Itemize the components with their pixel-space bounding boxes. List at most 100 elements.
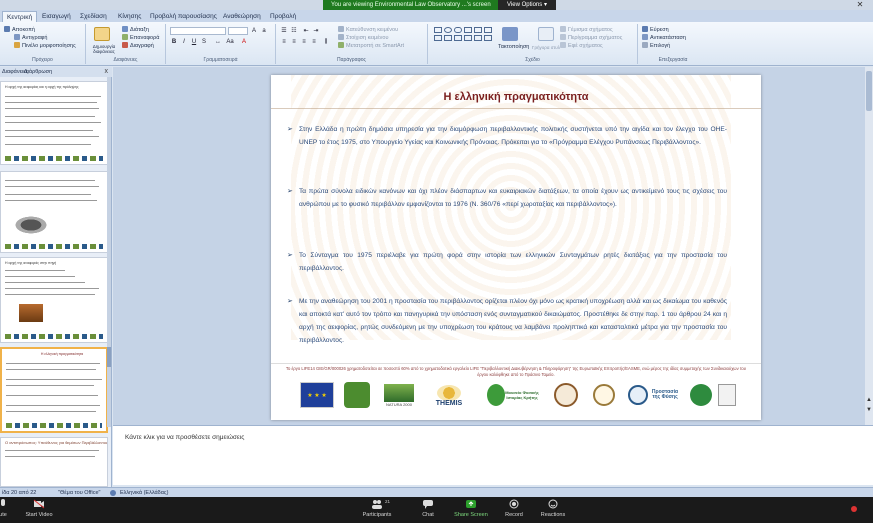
tab-view[interactable]: Προβολή bbox=[266, 11, 300, 22]
shape-effects-button[interactable]: Εφέ σχήματος bbox=[560, 42, 603, 50]
smartart-button[interactable]: Μετατροπή σε SmartArt bbox=[338, 42, 404, 50]
shape-arrow-icon[interactable] bbox=[474, 27, 482, 33]
layout-button[interactable]: Διάταξη bbox=[122, 26, 149, 34]
shrink-font-icon[interactable]: a bbox=[260, 27, 268, 35]
tab-home[interactable]: Κεντρική bbox=[2, 11, 38, 22]
columns-icon[interactable]: ⫼ bbox=[322, 38, 330, 46]
slide-title[interactable]: Η ελληνική πραγματικότητα bbox=[271, 91, 761, 103]
justify-icon[interactable]: ≡ bbox=[310, 38, 318, 46]
megaphone-icon bbox=[15, 212, 55, 238]
bullet-item[interactable]: ➢ Τα πρώτα σύνολα ειδικών κανόνων και όχ… bbox=[287, 185, 727, 211]
find-button[interactable]: Εύρεση bbox=[642, 26, 669, 34]
scroll-up-icon[interactable]: ▲ bbox=[866, 397, 872, 403]
reactions-button[interactable]: Reactions bbox=[528, 499, 578, 521]
slide-thumbnail-selected[interactable]: Η ελληνική πραγματικότητα bbox=[0, 347, 108, 433]
align-center-icon[interactable]: ≡ bbox=[290, 38, 298, 46]
delete-slide-button[interactable]: Διαγραφή bbox=[122, 42, 154, 50]
shape-oval-icon[interactable] bbox=[444, 27, 452, 33]
tab-insert[interactable]: Εισαγωγή bbox=[38, 11, 75, 22]
notes-pane[interactable]: Κάντε κλικ για να προσθέσετε σημειώσεις bbox=[113, 425, 873, 485]
change-case-icon[interactable]: Aa bbox=[226, 38, 234, 46]
replace-button[interactable]: Αντικατάσταση bbox=[642, 34, 686, 42]
char-spacing-icon[interactable]: ↔ bbox=[214, 38, 222, 46]
arrow-bullet-icon: ➢ bbox=[287, 252, 293, 259]
record-icon bbox=[509, 499, 519, 509]
shape-rectangle-icon[interactable] bbox=[434, 27, 442, 33]
green-fund-logo bbox=[689, 381, 713, 409]
panel-scrollbar[interactable] bbox=[107, 77, 111, 427]
notes-placeholder[interactable]: Κάντε κλικ για να προσθέσετε σημειώσεις bbox=[125, 434, 244, 441]
effects-icon bbox=[560, 42, 566, 48]
strikethrough-icon[interactable]: S bbox=[200, 38, 208, 46]
bullet-item[interactable]: ➢ Με την αναθεώρηση του 2001 η προστασία… bbox=[287, 295, 727, 347]
align-text-button[interactable]: Στοίχιση κειμένου bbox=[338, 34, 388, 42]
slides-panel: Διαφάνειες Διάρθρωση x Η αρχή της αειφορ… bbox=[0, 67, 112, 487]
close-window-icon[interactable]: ✕ bbox=[853, 0, 867, 10]
shape-outline-button[interactable]: Περίγραμμα σχήματος bbox=[560, 34, 622, 42]
reset-button[interactable]: Επαναφορά bbox=[122, 34, 159, 42]
cursor-icon bbox=[642, 42, 648, 48]
spellcheck-icon[interactable] bbox=[110, 490, 116, 496]
arrange-button[interactable]: Τακτοποίηση bbox=[498, 44, 529, 51]
tab-outline[interactable]: Διάρθρωση bbox=[24, 68, 52, 77]
start-video-button[interactable]: Start Video bbox=[14, 499, 64, 521]
tab-design[interactable]: Σχεδίαση bbox=[76, 11, 111, 22]
new-slide-icon[interactable] bbox=[94, 27, 110, 41]
bullet-item[interactable]: ➢ Το Σύνταγμα του 1975 περιέλαβε για πρώ… bbox=[287, 249, 727, 275]
smartart-icon bbox=[338, 42, 344, 48]
participants-button[interactable]: 21 Participants bbox=[352, 499, 402, 521]
bold-icon[interactable]: B bbox=[170, 38, 178, 46]
tab-animations[interactable]: Κίνησης bbox=[114, 11, 145, 22]
shape-more-icon[interactable] bbox=[484, 35, 492, 41]
workspace-scrollbar[interactable]: ▲ ▼ bbox=[865, 67, 873, 425]
align-left-icon[interactable]: ≡ bbox=[280, 38, 288, 46]
shape-rounded-icon[interactable] bbox=[454, 27, 462, 33]
shape-triangle-icon[interactable] bbox=[484, 27, 492, 33]
scroll-down-icon[interactable]: ▼ bbox=[866, 407, 872, 413]
shape-bracket-icon[interactable] bbox=[464, 35, 472, 41]
italic-icon[interactable]: I bbox=[180, 38, 188, 46]
end-meeting-icon[interactable] bbox=[851, 506, 857, 512]
increase-indent-icon[interactable]: ⇥ bbox=[312, 27, 320, 35]
slide-thumbnail[interactable]: Ο αντιπρόσωπος: Υπεύθυνος για θεμάτων Πε… bbox=[0, 437, 108, 487]
quick-styles-button[interactable]: Γρήγορα στυλ bbox=[532, 44, 560, 51]
life-logo bbox=[343, 381, 371, 409]
select-button[interactable]: Επιλογή bbox=[642, 42, 670, 50]
thumbnail-logos bbox=[6, 423, 102, 428]
slide-thumbnail[interactable]: Η αρχή της αναφοράς στην πηγή bbox=[0, 257, 108, 343]
tab-slide-show[interactable]: Προβολή παρουσίασης bbox=[146, 11, 221, 22]
shape-fill-button[interactable]: Γέμισμα σχήματος bbox=[560, 26, 613, 34]
cut-button[interactable]: Αποκοπή bbox=[4, 26, 35, 34]
new-slide-button[interactable]: Δημιουργία διαφάνειας bbox=[88, 44, 120, 54]
font-size-box[interactable] bbox=[228, 27, 248, 35]
shape-star-icon[interactable] bbox=[444, 35, 452, 41]
quick-styles-icon[interactable] bbox=[538, 27, 554, 41]
decrease-indent-icon[interactable]: ⇤ bbox=[302, 27, 310, 35]
current-slide[interactable]: Η ελληνική πραγματικότητα ➢ Στην Ελλάδα … bbox=[271, 75, 761, 420]
slides-group: Δημιουργία διαφάνειας Διάταξη Επαναφορά … bbox=[86, 24, 166, 64]
align-right-icon[interactable]: ≡ bbox=[300, 38, 308, 46]
reset-icon bbox=[122, 34, 128, 40]
arrange-icon[interactable] bbox=[502, 27, 518, 41]
shape-callout-icon[interactable] bbox=[454, 35, 462, 41]
font-name-box[interactable] bbox=[170, 27, 226, 35]
slide-thumbnail[interactable] bbox=[0, 171, 108, 253]
copy-button[interactable]: Αντιγραφή bbox=[14, 34, 47, 42]
tab-review[interactable]: Αναθεώρηση bbox=[219, 11, 265, 22]
shape-text-icon[interactable] bbox=[434, 35, 442, 41]
numbering-icon[interactable]: ☷ bbox=[290, 27, 298, 35]
underline-icon[interactable]: U bbox=[190, 38, 198, 46]
panel-scroll-thumb[interactable] bbox=[107, 347, 111, 367]
slide-thumbnail[interactable]: Η αρχή της αειφορίας και η αρχή της πρόλ… bbox=[0, 81, 108, 165]
font-color-icon[interactable]: A bbox=[240, 38, 248, 46]
bullet-item[interactable]: ➢ Στην Ελλάδα η πρώτη δημόσια υπηρεσία γ… bbox=[287, 123, 727, 149]
format-painter-button[interactable]: Πινέλο μορφοποίησης bbox=[14, 42, 76, 50]
bullets-icon[interactable]: ☰ bbox=[280, 27, 288, 35]
shape-line-icon[interactable] bbox=[464, 27, 472, 33]
workspace-scroll-thumb[interactable] bbox=[866, 71, 872, 111]
grow-font-icon[interactable]: A bbox=[250, 27, 258, 35]
view-options-button[interactable]: View Options ▾ bbox=[498, 0, 556, 10]
panel-close-icon[interactable]: x bbox=[105, 67, 109, 77]
shape-brace-icon[interactable] bbox=[474, 35, 482, 41]
text-direction-button[interactable]: Κατεύθυνση κειμένου bbox=[338, 26, 398, 34]
